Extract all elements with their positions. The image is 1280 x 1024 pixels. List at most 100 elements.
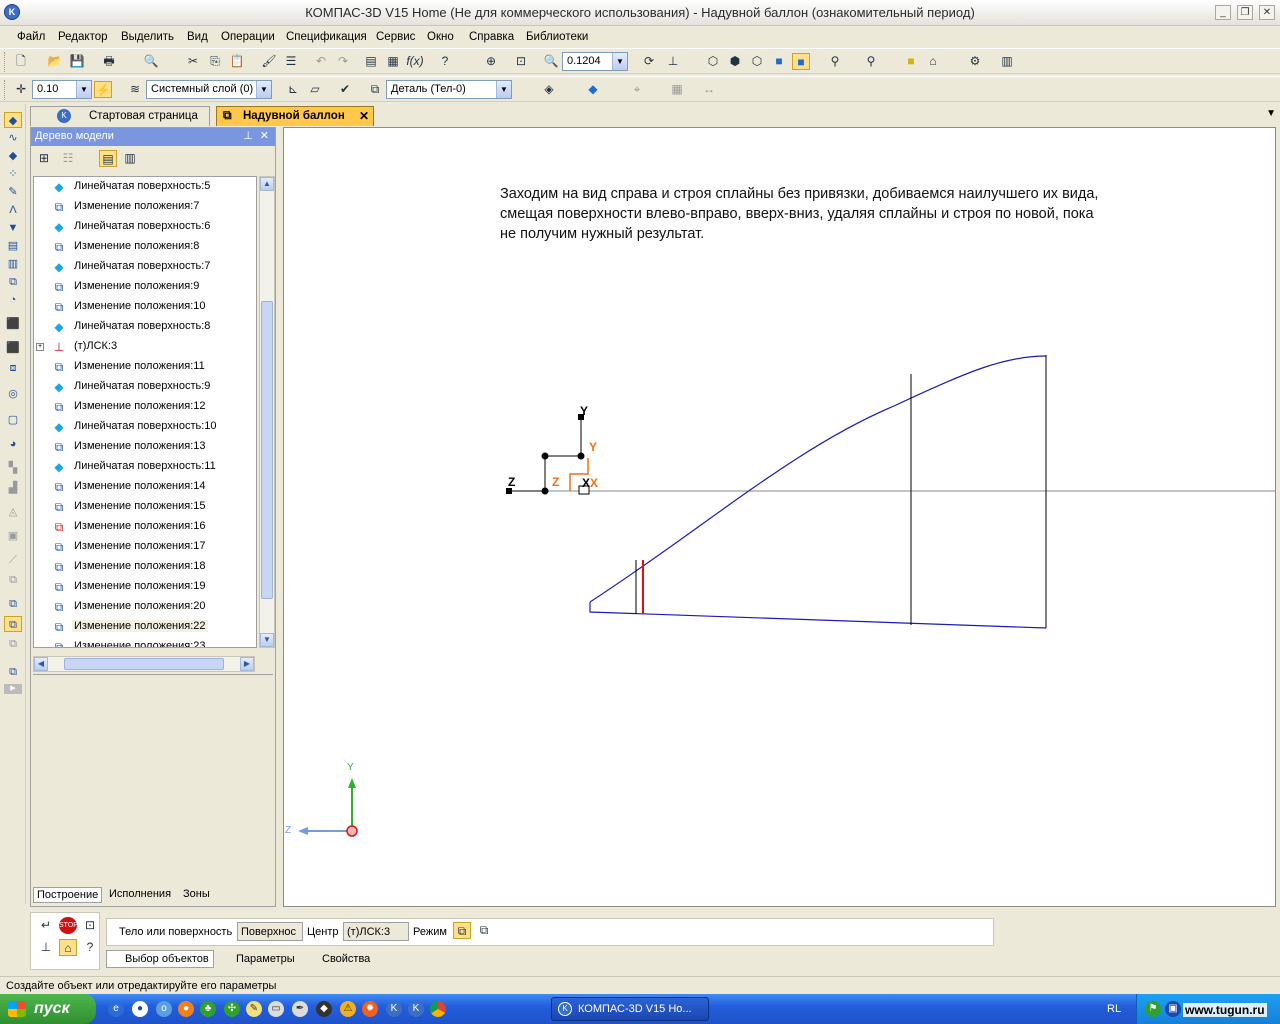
- chevron-down-icon[interactable]: ▼: [256, 81, 271, 98]
- sphere-icon[interactable]: ◕: [4, 436, 22, 452]
- tab-parameters[interactable]: Параметры: [222, 953, 295, 965]
- new-file-icon[interactable]: 🗋: [12, 53, 30, 70]
- box-icon[interactable]: ■: [902, 53, 920, 70]
- tree-item[interactable]: + ⊥ (т)ЛСК:3: [34, 337, 256, 357]
- part-icon[interactable]: ⧉: [366, 81, 384, 98]
- cut-extrude-icon[interactable]: ⬛: [4, 340, 22, 356]
- tool-icon[interactable]: ♣: [200, 1001, 216, 1017]
- auto-create-icon[interactable]: ⌂: [59, 939, 77, 956]
- minimize-button[interactable]: _: [1215, 5, 1231, 20]
- chrome-icon[interactable]: [430, 1001, 446, 1017]
- orientation-icon[interactable]: ⊥: [664, 53, 682, 70]
- help-icon[interactable]: ?: [81, 939, 99, 956]
- tree-list-icon[interactable]: ☷: [59, 150, 77, 167]
- tab-zones[interactable]: Зоны: [183, 888, 210, 900]
- thin-lines-icon[interactable]: ⬡: [748, 53, 766, 70]
- tree-item[interactable]: ◆ Линейчатая поверхность:11: [34, 457, 256, 477]
- scroll-right-icon[interactable]: ▶: [240, 657, 254, 671]
- body-ops-icon[interactable]: ⧉: [4, 664, 22, 680]
- close-icon[interactable]: ✕: [260, 129, 269, 142]
- part-combo[interactable]: Деталь (Тел-0) ▼: [386, 80, 512, 99]
- move-body-icon[interactable]: ⧉: [4, 596, 22, 612]
- format-brush-icon[interactable]: 🖌: [260, 53, 278, 70]
- tab-construction[interactable]: Построение: [33, 887, 103, 903]
- tree-item[interactable]: ◆ Линейчатая поверхность:5: [34, 177, 256, 197]
- toolbar-grip[interactable]: [4, 80, 7, 100]
- tree-item[interactable]: ⧉ Изменение положения:8: [34, 237, 256, 257]
- array-icon[interactable]: ⧉: [4, 572, 22, 588]
- shell-icon[interactable]: ▢: [4, 412, 22, 428]
- restore-button[interactable]: ❐: [1237, 5, 1253, 20]
- language-indicator[interactable]: RL: [1107, 1003, 1121, 1015]
- tab-properties[interactable]: Свойства: [306, 953, 370, 965]
- tree-item[interactable]: ⧉ Изменение положения:13: [34, 437, 256, 457]
- print-preview-icon[interactable]: 🔍: [142, 53, 160, 70]
- halftone-edges-icon[interactable]: ■: [792, 53, 810, 70]
- report-icon[interactable]: ▥: [4, 256, 22, 272]
- table-icon[interactable]: ▦: [668, 81, 686, 98]
- tray-flag-icon[interactable]: ⚑: [1145, 1001, 1161, 1017]
- arrows-icon[interactable]: ✣: [224, 1001, 240, 1017]
- scroll-up-icon[interactable]: ▲: [260, 177, 274, 191]
- spec-icon[interactable]: ▤: [4, 238, 22, 254]
- tree-item[interactable]: ⧉ Изменение положения:10: [34, 297, 256, 317]
- body-field[interactable]: Поверхнос: [237, 922, 303, 941]
- rib-icon[interactable]: ◬: [4, 504, 22, 520]
- expand-icon[interactable]: +: [36, 343, 44, 351]
- step-combo[interactable]: 0.10 ▼: [32, 80, 92, 99]
- pin-icon[interactable]: ⊥: [243, 129, 253, 142]
- burn-icon[interactable]: ✹: [362, 1001, 378, 1017]
- start-button[interactable]: пуск: [0, 994, 96, 1024]
- model-viewport[interactable]: Заходим на вид справа и строя сплайны бе…: [283, 127, 1276, 907]
- open-file-icon[interactable]: 📂: [46, 53, 64, 70]
- manager-icon[interactable]: ▤: [362, 53, 380, 70]
- center-field[interactable]: (т)ЛСК:3: [343, 922, 409, 941]
- copy-icon[interactable]: ⎘: [206, 53, 224, 70]
- dots-icon[interactable]: ⁘: [4, 166, 22, 182]
- mode-copy-icon[interactable]: ⧉: [453, 922, 471, 939]
- kompas-quick-icon[interactable]: K: [386, 1001, 402, 1017]
- spline-upper[interactable]: [589, 355, 1047, 603]
- variables-icon[interactable]: ▦: [384, 53, 402, 70]
- tab-versions[interactable]: Исполнения: [109, 888, 171, 900]
- tree-item[interactable]: ⧉ Изменение положения:12: [34, 397, 256, 417]
- app-icon[interactable]: ⚠: [340, 1001, 356, 1017]
- fillet-icon[interactable]: ▚: [4, 460, 22, 476]
- tab-select-objects[interactable]: Выбор объектов: [106, 950, 214, 968]
- extrude-icon[interactable]: ⬛: [4, 316, 22, 332]
- tree-item[interactable]: ⧉ Изменение положения:7: [34, 197, 256, 217]
- toolbar-grip[interactable]: [4, 52, 7, 72]
- layers-icon[interactable]: ≋: [126, 81, 144, 98]
- body-color-icon[interactable]: ◈: [540, 81, 558, 98]
- menu-libraries[interactable]: Библиотеки: [526, 31, 588, 43]
- notepad-icon[interactable]: ✎: [246, 1001, 262, 1017]
- chevron-down-icon[interactable]: ▼: [496, 81, 511, 98]
- cursor-step-icon[interactable]: ✛: [12, 81, 30, 98]
- tree-item[interactable]: ⧉ Изменение положения:19: [34, 577, 256, 597]
- save-icon[interactable]: 💾: [68, 53, 86, 70]
- tree-item[interactable]: ⧉ Изменение положения:17: [34, 537, 256, 557]
- context-help-icon[interactable]: ?: [436, 53, 454, 70]
- close-icon[interactable]: ✕: [359, 109, 369, 123]
- lcs-gizmo[interactable]: [506, 414, 590, 495]
- stop-icon[interactable]: STOP: [59, 917, 78, 934]
- menu-help[interactable]: Справка: [469, 31, 514, 43]
- ortho-icon[interactable]: ⚡: [94, 81, 112, 98]
- hidden-lines-icon[interactable]: ⬢: [726, 53, 744, 70]
- menu-window[interactable]: Окно: [427, 31, 454, 43]
- menu-edit[interactable]: Редактор: [58, 31, 108, 43]
- menu-view[interactable]: Вид: [187, 31, 208, 43]
- kompas-viewer-icon[interactable]: K: [408, 1001, 424, 1017]
- filter-icon[interactable]: ⚲: [826, 53, 844, 70]
- tree-item[interactable]: ◆ Линейчатая поверхность:8: [34, 317, 256, 337]
- undo-icon[interactable]: ↶: [312, 53, 330, 70]
- edit-part-icon[interactable]: ◆: [4, 112, 22, 128]
- tree-item[interactable]: ⧉ Изменение положения:9: [34, 277, 256, 297]
- tabs-menu-arrow-icon[interactable]: ▼: [1266, 108, 1276, 119]
- scroll-thumb[interactable]: [261, 301, 273, 599]
- spline-icon[interactable]: ∿: [4, 130, 22, 146]
- expand-arrow-icon[interactable]: ▶: [4, 684, 22, 694]
- scroll-left-icon[interactable]: ◀: [34, 657, 48, 671]
- media-icon[interactable]: ●: [132, 1001, 148, 1017]
- snap-icon[interactable]: ⚲: [862, 53, 880, 70]
